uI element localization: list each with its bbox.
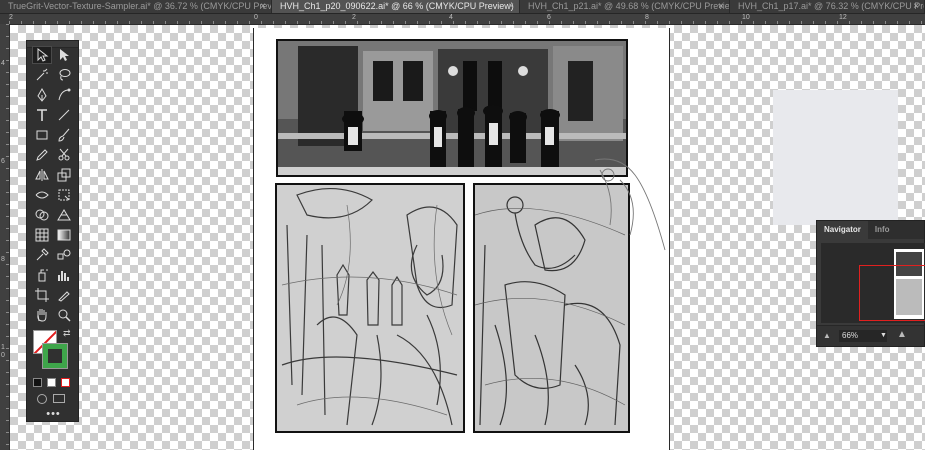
inked-artwork: [278, 41, 626, 175]
edit-toolbar-button[interactable]: •••: [27, 408, 80, 420]
horizontal-ruler[interactable]: 2 0 2 4 6 8 10 12: [9, 14, 925, 25]
blend-tool-icon[interactable]: [54, 246, 74, 264]
chevron-down-icon[interactable]: ▼: [880, 330, 887, 342]
magic-wand-tool-icon[interactable]: [32, 66, 52, 84]
ruler-number: 6: [547, 14, 551, 21]
ruler-number: 4: [1, 60, 5, 67]
stroke-swatch[interactable]: [42, 343, 68, 369]
none-mode-icon[interactable]: [61, 378, 70, 387]
close-icon[interactable]: ×: [718, 0, 724, 13]
scale-tool-icon[interactable]: [54, 166, 74, 184]
document-canvas[interactable]: [10, 25, 925, 450]
ruler-number: 10: [742, 14, 750, 21]
ruler-number: 1: [1, 344, 5, 351]
comic-panel-inked-scene[interactable]: [276, 39, 628, 177]
ruler-number: 8: [645, 14, 649, 21]
navigator-preview[interactable]: [821, 243, 925, 323]
tools-panel: ⇄ •••: [26, 40, 79, 422]
close-icon[interactable]: ×: [913, 0, 919, 13]
ruler-number: 2: [352, 14, 356, 21]
ruler-number: 4: [449, 14, 453, 21]
mesh-tool-icon[interactable]: [32, 226, 52, 244]
pencil-sketch: [277, 185, 463, 431]
lasso-tool-icon[interactable]: [54, 66, 74, 84]
width-tool-icon[interactable]: [32, 186, 52, 204]
overflow-sketch: [594, 158, 666, 251]
tab-hvh-ch1-p20[interactable]: HVH_Ch1_p20_090622.ai* @ 66 % (CMYK/CPU …: [272, 0, 520, 13]
pencil-tool-icon[interactable]: [32, 146, 52, 164]
shape-builder-tool-icon[interactable]: [32, 206, 52, 224]
navigator-panel-tabs: Navigator Info: [817, 221, 924, 239]
screen-mode-icon[interactable]: [53, 394, 65, 403]
ruler-ticks: [0, 24, 9, 450]
ruler-number: 12: [839, 14, 847, 21]
tab-label: HVH_Ch1_p20_090622.ai* @ 66 % (CMYK/CPU …: [280, 1, 514, 11]
tab-hvh-ch1-p21[interactable]: HVH_Ch1_p21.ai* @ 49.68 % (CMYK/CPU Prev…: [520, 0, 730, 13]
hand-tool-icon[interactable]: [32, 306, 52, 324]
symbol-sprayer-tool-icon[interactable]: [32, 266, 52, 284]
ruler-origin[interactable]: [0, 14, 9, 24]
reflect-tool-icon[interactable]: [32, 166, 52, 184]
curvature-tool-icon[interactable]: [54, 86, 74, 104]
gradient-mode-icon[interactable]: [47, 378, 56, 387]
navigator-footer: ▲ 66% ▼ ▲: [817, 325, 924, 346]
tab-label: HVH_Ch1_p17.ai* @ 76.32 % (CMYK/CPU Prev…: [738, 1, 924, 11]
close-icon[interactable]: ×: [508, 0, 514, 13]
rectangle-tool-icon[interactable]: [32, 126, 52, 144]
ruler-number: 6: [1, 158, 5, 165]
color-mode-icon[interactable]: [33, 378, 42, 387]
zoom-tool-icon[interactable]: [54, 306, 74, 324]
fill-stroke-widget: ⇄: [33, 328, 73, 372]
column-graph-tool-icon[interactable]: [54, 266, 74, 284]
ruler-number: 2: [9, 14, 13, 21]
zoom-out-icon[interactable]: ▲: [823, 331, 831, 340]
ruler-number: 8: [1, 256, 5, 263]
document-tab-bar: TrueGrit-Vector-Texture-Sampler.ai* @ 36…: [0, 0, 925, 14]
zoom-in-icon[interactable]: ▲: [897, 329, 907, 340]
selection-tool-icon[interactable]: [32, 46, 52, 64]
paintbrush-tool-icon[interactable]: [54, 126, 74, 144]
tab-hvh-ch1-p17[interactable]: HVH_Ch1_p17.ai* @ 76.32 % (CMYK/CPU Prev…: [730, 0, 925, 13]
slice-tool-icon[interactable]: [54, 286, 74, 304]
vertical-ruler[interactable]: 4 6 8 1 0: [0, 24, 10, 450]
navigator-view-box[interactable]: [859, 265, 925, 321]
tab-label: TrueGrit-Vector-Texture-Sampler.ai* @ 36…: [8, 1, 272, 11]
ruler-ticks: [9, 14, 925, 24]
comic-panel-sketch-left[interactable]: [275, 183, 465, 433]
gradient-tool-icon[interactable]: [54, 226, 74, 244]
tab-navigator[interactable]: Navigator: [817, 221, 868, 239]
direct-selection-tool-icon[interactable]: [54, 46, 74, 64]
draw-mode-icon[interactable]: [37, 394, 47, 404]
navigator-panel: Navigator Info ▲ 66% ▼ ▲: [816, 220, 925, 347]
scissors-tool-icon[interactable]: [54, 146, 74, 164]
line-segment-tool-icon[interactable]: [54, 106, 74, 124]
offboard-gray-rectangle[interactable]: [773, 90, 898, 225]
tab-info[interactable]: Info: [868, 221, 897, 239]
eyedropper-tool-icon[interactable]: [32, 246, 52, 264]
ruler-number: 0: [1, 352, 5, 359]
swap-fill-stroke-icon[interactable]: ⇄: [63, 328, 71, 339]
tab-truegrit-sampler[interactable]: TrueGrit-Vector-Texture-Sampler.ai* @ 36…: [0, 0, 272, 13]
free-transform-tool-icon[interactable]: [54, 186, 74, 204]
ruler-number: 0: [254, 14, 258, 21]
pen-tool-icon[interactable]: [32, 86, 52, 104]
perspective-grid-tool-icon[interactable]: [54, 206, 74, 224]
close-icon[interactable]: ×: [260, 0, 266, 13]
tab-label: HVH_Ch1_p21.ai* @ 49.68 % (CMYK/CPU Prev…: [528, 1, 730, 11]
type-tool-icon[interactable]: [32, 106, 52, 124]
artboard-tool-icon[interactable]: [32, 286, 52, 304]
